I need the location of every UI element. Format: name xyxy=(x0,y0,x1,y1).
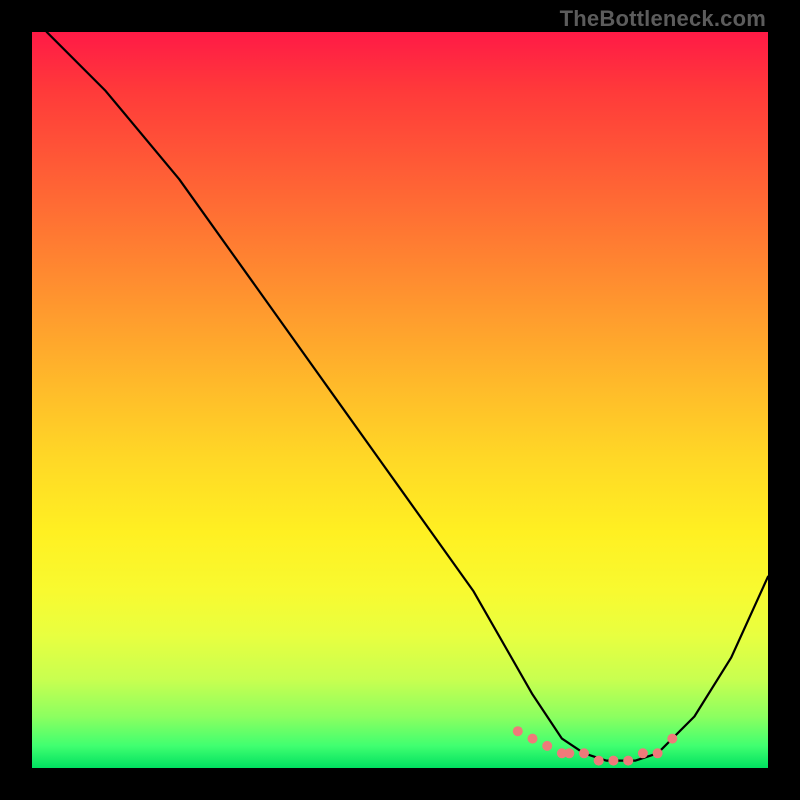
optimal-dot xyxy=(667,734,677,744)
optimal-dot xyxy=(579,748,589,758)
optimal-dot xyxy=(653,748,663,758)
optimal-dot xyxy=(608,756,618,766)
optimal-dot xyxy=(638,748,648,758)
chart-stage: TheBottleneck.com xyxy=(0,0,800,800)
optimal-dot xyxy=(623,756,633,766)
optimal-dot xyxy=(594,756,604,766)
optimal-range-dots xyxy=(32,32,768,768)
optimal-dot xyxy=(513,726,523,736)
optimal-dot xyxy=(564,748,574,758)
optimal-dot xyxy=(542,741,552,751)
optimal-dot xyxy=(528,734,538,744)
watermark-text: TheBottleneck.com xyxy=(560,6,766,32)
plot-area xyxy=(32,32,768,768)
